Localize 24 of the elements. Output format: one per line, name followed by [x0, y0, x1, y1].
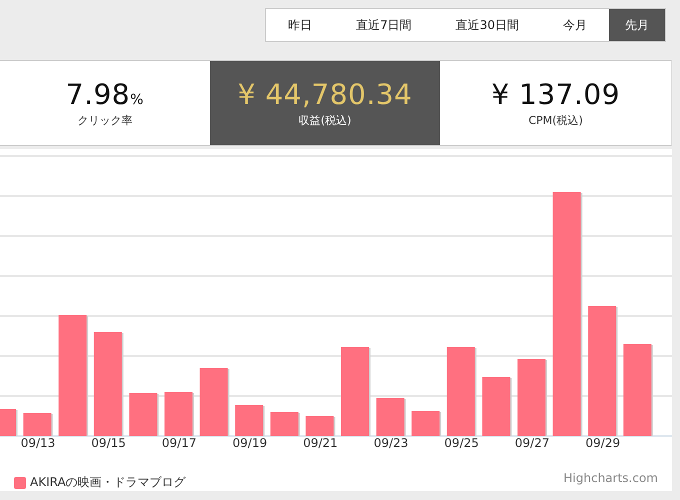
legend-label[interactable]: AKIRAの映画・ドラマブログ — [30, 474, 186, 491]
axis-label: 09/15 — [91, 436, 126, 450]
bar — [0, 409, 18, 436]
axis-label: 09/17 — [162, 436, 196, 450]
axis-label: 09/25 — [444, 436, 479, 450]
stat-label: CPM(税込) — [528, 113, 583, 128]
credit-link[interactable]: Highcharts.com — [564, 471, 658, 485]
axis-label: 09/23 — [374, 436, 408, 450]
axis-label: 09/21 — [303, 436, 338, 450]
bar — [23, 413, 53, 436]
bar — [412, 411, 442, 436]
axis-label: 09/13 — [20, 436, 56, 450]
axis-label: 09/29 — [586, 436, 620, 450]
stat-label: 収益(税込) — [298, 113, 352, 128]
stat-value: ¥ 137.09 — [491, 78, 620, 111]
stat-value: ¥ 44,780.34 — [238, 78, 412, 111]
period-tab[interactable]: 先月 — [609, 9, 665, 41]
stat-value: 7.98% — [66, 78, 144, 111]
axis-label: 09/27 — [514, 436, 550, 450]
bar — [235, 405, 265, 436]
bar — [306, 416, 336, 436]
bar — [270, 412, 300, 436]
axis-label: 09/19 — [232, 436, 268, 450]
stat-label: クリック率 — [77, 113, 132, 128]
